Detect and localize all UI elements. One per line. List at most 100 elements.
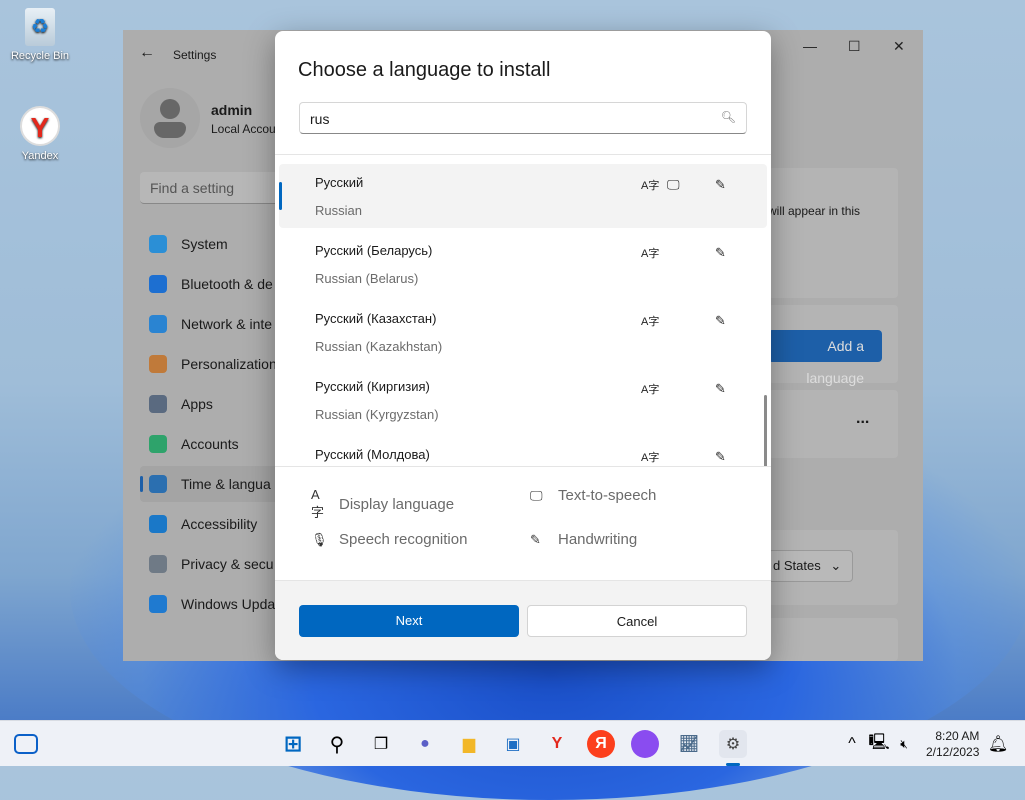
sidebar-item-apps[interactable]: Apps xyxy=(140,386,280,422)
search-icon[interactable]: ⚲ xyxy=(323,730,351,758)
display-language-icon: A字 xyxy=(641,452,660,464)
preferred-languages-card: will appear in this xyxy=(768,168,898,298)
chevron-up-icon[interactable]: ^ xyxy=(838,730,866,758)
language-row[interactable]: Русский (Казахстан) Russian (Kazakhstan) A… xyxy=(279,300,767,364)
language-row[interactable]: Русский (Беларусь) Russian (Belarus) A字 ✎ xyxy=(279,232,767,296)
language-search-input[interactable]: rus 🔍︎ xyxy=(299,102,747,134)
chat-icon[interactable]: ● xyxy=(411,730,439,758)
legend-label: Speech recognition xyxy=(339,531,468,548)
microphone-icon: 🎙︎ xyxy=(311,531,328,547)
region-value: d States xyxy=(773,558,821,573)
language-name: Русский (Казахстан) xyxy=(315,311,437,326)
back-arrow-icon[interactable]: ← xyxy=(139,44,155,62)
sidebar-item-label: Bluetooth & de xyxy=(181,276,273,292)
legend-label: Display language xyxy=(339,495,455,513)
sidebar-item-label: Privacy & secu xyxy=(181,556,274,572)
cancel-button[interactable]: Cancel xyxy=(527,605,747,637)
sidebar-item-bluetooth[interactable]: Bluetooth & de xyxy=(140,266,280,302)
nav-icon xyxy=(149,355,167,373)
dialog-footer: Next Cancel xyxy=(275,580,771,660)
language-row[interactable]: Русский Russian A字 🖵 ✎ xyxy=(279,164,767,228)
sidebar-item-system[interactable]: System xyxy=(140,226,280,262)
chevron-down-icon: ⌄ xyxy=(830,558,842,573)
legend-text-to-speech: 🖵 Text-to-speech xyxy=(530,487,656,504)
desktop-icon-yandex[interactable]: Y Yandex xyxy=(5,106,75,162)
time: 8:20 AM xyxy=(935,729,980,743)
scrollbar[interactable] xyxy=(764,395,767,466)
alice-icon[interactable] xyxy=(631,730,659,758)
display-language-icon: A字 xyxy=(311,487,325,520)
display-language-icon: A字 xyxy=(641,384,660,396)
handwriting-icon: ✎ xyxy=(715,381,726,396)
more-options-button[interactable]: ... xyxy=(856,410,869,428)
maximize-button[interactable]: ☐ xyxy=(848,38,861,55)
sidebar-item-personalization[interactable]: Personalization xyxy=(140,346,280,382)
sidebar-item-windows[interactable]: Windows Upda xyxy=(140,586,280,622)
sidebar-item-network[interactable]: Network & inte xyxy=(140,306,280,342)
display-language-icon: A字 xyxy=(641,248,660,260)
sidebar-item-privacy[interactable]: Privacy & secu xyxy=(140,546,280,582)
find-setting-input[interactable]: Find a setting xyxy=(140,172,280,204)
window-title: Settings xyxy=(173,48,217,62)
store-icon[interactable]: ▣ xyxy=(499,730,527,758)
nav-icon xyxy=(149,315,167,333)
nav-icon xyxy=(149,275,167,293)
widgets-icon[interactable] xyxy=(14,734,38,754)
legend-handwriting: ✎ Handwriting xyxy=(530,531,637,548)
search-value: rus xyxy=(310,111,330,127)
language-name: Русский xyxy=(315,175,364,190)
language-name: Русский (Киргизия) xyxy=(315,379,430,394)
desktop-icon-recycle-bin[interactable]: ♻ Recycle Bin xyxy=(5,8,75,62)
sidebar-item-label: Apps xyxy=(181,396,213,412)
language-row[interactable]: Русский (Киргизия) Russian (Kyrgyzstan) A字… xyxy=(279,368,767,432)
nav-icon xyxy=(149,475,167,493)
start-button[interactable]: ⊞ xyxy=(279,730,307,758)
handwriting-icon: ✎ xyxy=(530,531,541,547)
handwriting-icon: ✎ xyxy=(715,313,726,328)
legend-label: Text-to-speech xyxy=(558,487,657,504)
sidebar-item-label: System xyxy=(181,236,228,252)
display-language-icon: A字 xyxy=(641,316,660,328)
text-to-speech-icon: 🖵 xyxy=(667,177,680,192)
recycle-bin-icon: ♻ xyxy=(25,8,55,46)
legend-label: Handwriting xyxy=(558,531,638,548)
language-name: Русский (Молдова) xyxy=(315,447,430,462)
language-name: Русский (Беларусь) xyxy=(315,243,433,258)
hint-text: will appear in this xyxy=(768,204,861,218)
yandex-icon[interactable]: Я xyxy=(587,730,615,758)
close-button[interactable]: ✕ xyxy=(893,38,905,55)
legend-speech-recognition: 🎙︎ Speech recognition xyxy=(311,531,467,548)
language-english-name: Russian xyxy=(315,203,362,218)
sidebar-item-time[interactable]: Time & langua xyxy=(140,466,280,502)
desktop-icon-label: Recycle Bin xyxy=(10,50,70,62)
date: 2/12/2023 xyxy=(926,745,980,759)
file-explorer-icon[interactable]: ▆ xyxy=(455,730,483,758)
language-row[interactable]: Русский (Молдова) A字 ✎ xyxy=(279,436,767,466)
next-button[interactable]: Next xyxy=(299,605,519,637)
sidebar-item-accounts[interactable]: Accounts xyxy=(140,426,280,462)
sidebar-item-label: Network & inte xyxy=(181,316,273,332)
sidebar-item-label: Accessibility xyxy=(181,516,258,532)
display-language-icon: A字 xyxy=(641,180,660,192)
yandex-browser-icon[interactable]: Y xyxy=(543,730,571,758)
network-icon[interactable]: 🖳 xyxy=(865,730,893,758)
add-language-button[interactable]: Add a language xyxy=(768,330,882,386)
region-dropdown[interactable]: d States ⌄ xyxy=(768,550,853,582)
minimize-button[interactable]: — xyxy=(803,38,817,54)
settings-gear-icon[interactable]: ⚙ xyxy=(719,730,747,758)
choose-language-dialog: Choose a language to install rus 🔍︎ Русск… xyxy=(275,31,771,660)
yandex-browser-icon: Y xyxy=(20,106,60,146)
resource-monitor-icon[interactable]: 📈︎ xyxy=(675,730,703,758)
sidebar-item-label: Time & langua xyxy=(181,476,271,492)
nav-icon xyxy=(149,435,167,453)
desktop-icon-label: Yandex xyxy=(21,150,59,162)
nav-icon xyxy=(149,555,167,573)
nav-icon xyxy=(149,235,167,253)
volume-muted-icon[interactable]: 🔇︎ xyxy=(890,730,918,758)
sidebar-item-label: Personalization xyxy=(181,356,277,372)
clock[interactable]: 8:20 AM 2/12/2023 xyxy=(926,728,979,760)
sidebar-item-accessibility[interactable]: Accessibility xyxy=(140,506,280,542)
notification-bell-icon[interactable]: 🔔︎ xyxy=(984,730,1012,758)
task-view-icon[interactable]: ❐ xyxy=(367,730,395,758)
nav-icon xyxy=(149,515,167,533)
